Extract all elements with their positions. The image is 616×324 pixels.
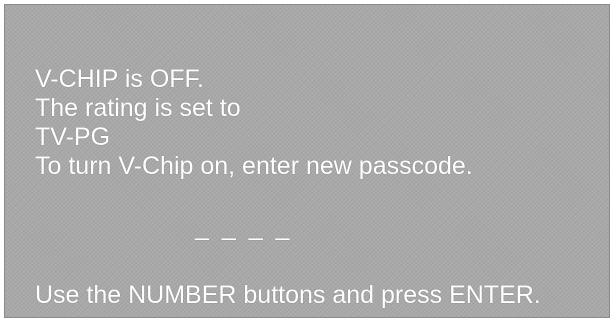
passcode-prompt-text: To turn V-Chip on, enter new passcode. [35, 152, 473, 180]
rating-label-text: The rating is set to [35, 94, 241, 122]
instruction-text: Use the NUMBER buttons and press ENTER. [35, 281, 541, 309]
vchip-osd-screen: V-CHIP is OFF. The rating is set to TV-P… [4, 4, 610, 318]
rating-value-text: TV-PG [35, 123, 111, 151]
vchip-status-text: V-CHIP is OFF. [35, 65, 205, 93]
passcode-entry-field[interactable]: _ _ _ _ [195, 213, 292, 242]
